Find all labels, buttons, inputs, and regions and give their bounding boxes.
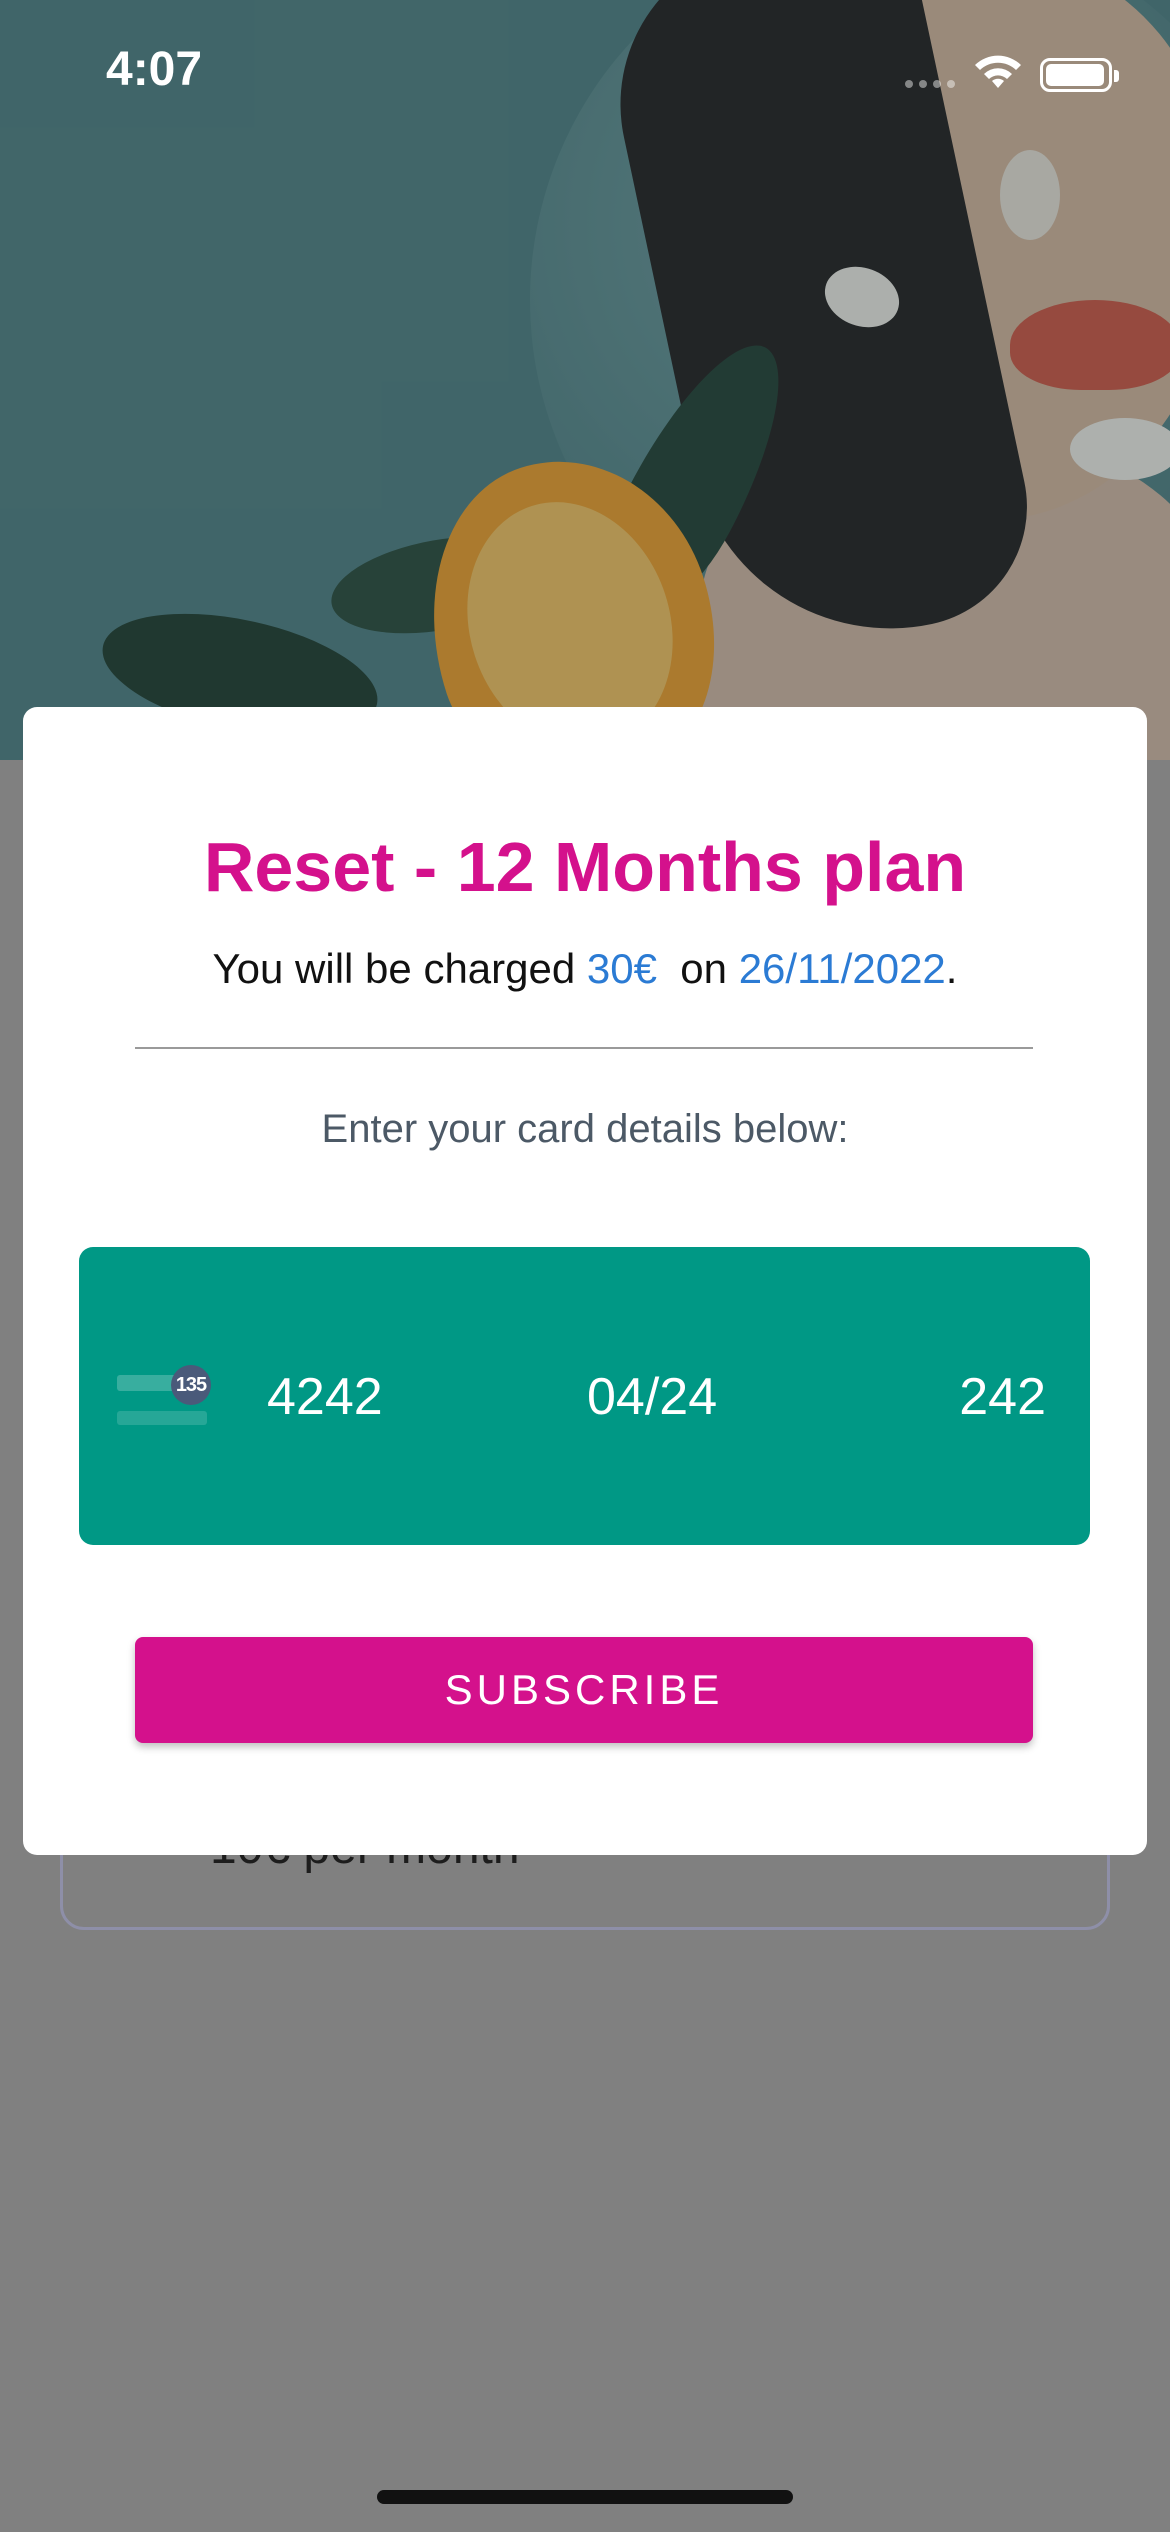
cellular-signal-icon xyxy=(905,80,957,92)
subscription-modal: Reset - 12 Months plan You will be charg… xyxy=(23,707,1147,1855)
card-input-field[interactable]: 135 4242 04/24 242 xyxy=(79,1247,1090,1545)
divider xyxy=(135,1047,1033,1049)
modal-title: Reset - 12 Months plan xyxy=(203,828,967,906)
charge-prefix: You will be charged xyxy=(212,945,587,992)
charge-suffix: . xyxy=(945,945,958,992)
card-number-input[interactable]: 4242 xyxy=(267,1367,383,1427)
card-expiry-input[interactable]: 04/24 xyxy=(587,1367,717,1427)
wifi-icon xyxy=(975,55,1021,88)
card-details-prompt: Enter your card details below: xyxy=(321,1107,849,1151)
subscribe-button[interactable]: SUBSCRIBE xyxy=(135,1637,1033,1743)
card-icon-badge: 135 xyxy=(171,1365,211,1405)
battery-icon xyxy=(1040,58,1119,92)
charge-summary: You will be charged 30€ on 26/11/2022. xyxy=(23,945,1147,993)
charge-date: 26/11/2022 xyxy=(738,945,946,992)
status-time: 4:07 xyxy=(106,43,203,96)
charge-amount: 30€ xyxy=(586,945,657,992)
credit-card-icon: 135 xyxy=(117,1365,213,1435)
card-cvc-input[interactable]: 242 xyxy=(959,1367,1046,1427)
charge-middle: on xyxy=(656,945,739,992)
home-indicator xyxy=(377,2490,793,2504)
status-bar: 4:07 xyxy=(0,0,1170,150)
